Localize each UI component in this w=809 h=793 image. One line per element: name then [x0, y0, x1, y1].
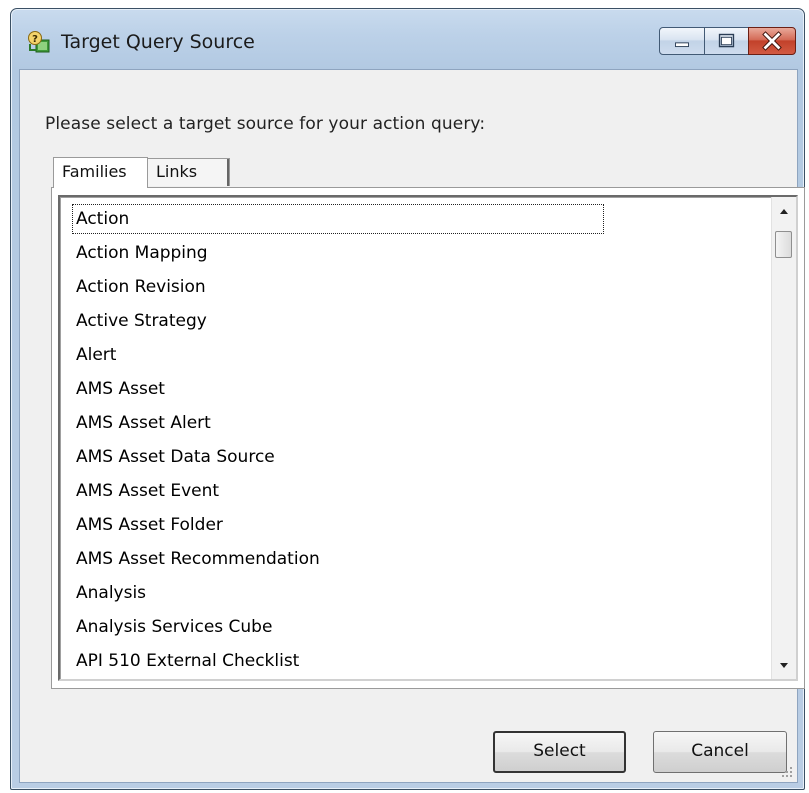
list-item[interactable]: Analysis Services Cube	[72, 612, 276, 642]
tab-panel: Action Action Mapping Action Revision Ac…	[51, 187, 805, 689]
cancel-button[interactable]: Cancel	[653, 731, 787, 773]
window-title: Target Query Source	[61, 31, 255, 53]
vertical-scrollbar[interactable]	[771, 197, 796, 679]
list-item[interactable]: Analysis	[72, 578, 150, 608]
listbox-items: Action Action Mapping Action Revision Ac…	[60, 197, 772, 679]
list-item[interactable]: Action Revision	[72, 272, 210, 302]
list-item[interactable]: Action Mapping	[72, 238, 212, 268]
list-item[interactable]: AMS Asset	[72, 374, 169, 404]
list-item[interactable]: AMS Asset Recommendation	[72, 544, 324, 574]
list-item[interactable]: Action	[72, 204, 604, 234]
query-source-icon: ?	[28, 31, 50, 53]
title-bar[interactable]: ? Target Query Source	[11, 9, 804, 69]
resize-grip-icon[interactable]	[779, 764, 793, 778]
scroll-up-arrow-icon[interactable]	[772, 199, 796, 223]
list-item[interactable]: Active Strategy	[72, 306, 211, 336]
list-item[interactable]: AMS Asset Event	[72, 476, 223, 506]
dialog-window: ? Target Query Source Please select a ta…	[10, 8, 805, 790]
maximize-button[interactable]	[704, 27, 749, 55]
close-icon	[762, 31, 782, 51]
dialog-client-area: Please select a target source for your a…	[19, 69, 805, 783]
maximize-icon	[718, 33, 735, 48]
list-item[interactable]: Alert	[72, 340, 120, 370]
list-item[interactable]: AMS Asset Alert	[72, 408, 215, 438]
list-item[interactable]: API 510 External Checklist	[72, 646, 303, 676]
instruction-label: Please select a target source for your a…	[45, 114, 486, 134]
tab-links[interactable]: Links	[148, 158, 230, 186]
scroll-down-arrow-icon[interactable]	[772, 653, 796, 677]
minimize-icon	[675, 42, 689, 48]
tab-families[interactable]: Families	[53, 157, 148, 188]
caption-buttons	[659, 27, 796, 57]
scroll-thumb[interactable]	[775, 231, 792, 258]
close-button[interactable]	[748, 27, 796, 55]
svg-text:?: ?	[32, 34, 38, 45]
source-listbox[interactable]: Action Action Mapping Action Revision Ac…	[58, 195, 798, 681]
minimize-button[interactable]	[659, 27, 705, 55]
list-item[interactable]: AMS Asset Data Source	[72, 442, 279, 472]
list-item[interactable]: AMS Asset Folder	[72, 510, 227, 540]
select-button[interactable]: Select	[493, 731, 626, 773]
